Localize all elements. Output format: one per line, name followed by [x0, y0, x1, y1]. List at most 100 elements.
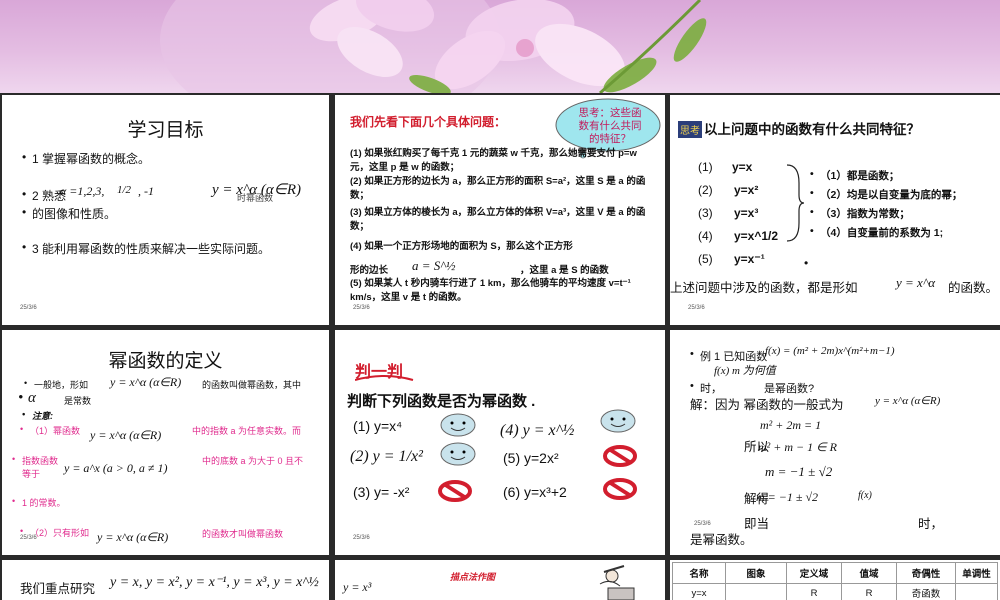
table-cell: 奇函数: [896, 583, 956, 600]
no-icon: [603, 478, 637, 500]
alpha-set: α =1,2,3,: [60, 184, 105, 198]
slide-date: 25/3/6: [20, 305, 37, 311]
scholar-icon: [599, 565, 635, 600]
table-header: 奇偶性: [896, 562, 956, 584]
shi: 时，: [918, 517, 944, 531]
definition-c: 是常数: [64, 396, 92, 406]
table-header: 单调性: [955, 562, 998, 584]
slide-date: 25/3/6: [694, 521, 711, 527]
slide-date: 25/3/6: [353, 535, 370, 541]
function-expression: y=x⁻¹: [734, 252, 765, 266]
slide-judge: 判一判 判断下列函数是否为幂函数 . (1) y=x⁴ (4) y = x^½ …: [335, 330, 665, 555]
feature-item: （2）均是以自变量为底的幂；: [810, 187, 962, 202]
cloud-text: 思考：这些函数有什么共同的特征？: [578, 107, 642, 145]
smiley-icon: [440, 442, 476, 466]
example-question: f(x) m 为何值: [714, 365, 776, 377]
think-stamp: 思考: [678, 121, 702, 138]
definition-b: 的函数叫做幂函数，其中: [202, 380, 302, 390]
problem-2: (2) 如果正方形的边长为 a，那么正方形的面积 S=a²，这里 S 是 a 的…: [350, 176, 646, 201]
note-3: 1 的常数。: [12, 496, 65, 509]
note-4-formula: y = x^α (α∈R): [97, 530, 169, 544]
conclusion: 上述问题中涉及的函数，都是形如: [670, 281, 858, 295]
brace: [786, 164, 805, 242]
slide-table: 名称 图象 定义域 值域 奇偶性 单调性 y=x R R 奇函数: [670, 560, 1000, 600]
alpha-neg: , -1: [138, 184, 154, 198]
slide-title: 我们先看下面几个具体问题：: [350, 115, 507, 129]
table-header: 定义域: [786, 562, 842, 584]
equation-2: m² + m − 1 ∈ R: [758, 440, 837, 454]
last: 是幂函数。: [690, 533, 753, 547]
table-row: y=x R R 奇函数: [672, 583, 998, 600]
feature-item: （4）自变量前的系数为 1;: [810, 225, 943, 240]
table-header: 图象: [725, 562, 787, 584]
slide-title: 以上问题中的函数有什么共同特征？: [704, 122, 920, 137]
empty-bullet: •: [804, 256, 809, 270]
goal-2-suffix: 时幂函数: [237, 193, 274, 203]
note-4b: 的函数才叫做幂函数: [202, 529, 284, 539]
goal-2-rest: 的图像和性质。: [22, 205, 116, 222]
alpha-half: 1/2: [117, 184, 132, 196]
note-2b: 中的底数 a 为大于 0 且不: [202, 456, 304, 466]
note-2a: 指数函数: [12, 454, 58, 467]
table-cell: R: [786, 583, 842, 600]
slide-definition: 幂函数的定义 一般地，形如 y = x^α (α∈R) 的函数叫做幂函数，其中 …: [2, 330, 329, 555]
properties-table: 名称 图象 定义域 值域 奇偶性 单调性 y=x R R 奇函数: [672, 562, 998, 600]
feature-item: （3）指数为常数；: [810, 206, 910, 221]
note-1-formula: y = x^α (α∈R): [90, 428, 162, 442]
table-header-row: 名称 图象 定义域 值域 奇偶性 单调性: [672, 562, 998, 584]
slide-focus: 我们重点研究 y = x, y = x², y = x⁻¹, y = x³, y…: [2, 560, 329, 600]
table-cell: [725, 583, 787, 600]
slide-title: 幂函数的定义: [108, 351, 223, 372]
flower-banner: [0, 0, 1000, 93]
slide-common-features: 思考 以上问题中的函数有什么共同特征？ (1) y=x (2) y=x² (3) y=x³…: [670, 95, 1000, 325]
table-header: 值域: [841, 562, 897, 584]
slide-date: 25/3/6: [353, 305, 370, 311]
judge-marks: [438, 409, 637, 502]
function-number: (3): [698, 206, 713, 220]
conclusion-formula: y = x^α: [896, 275, 936, 290]
slide-example: 例 1 已知函数 f(x) = (m² + 2m)x^(m²+m−1) f(x)…: [670, 330, 1000, 555]
slide-learning-goals: 学习目标 1 掌握幂函数的概念。 2 熟悉 α =1,2,3, 1/2 , -1…: [2, 95, 329, 325]
definition-a: 一般地，形如: [24, 378, 88, 391]
problem-5: (5) 如果某人 t 秒内骑车行进了 1 km，那么他骑车的平均速度 v=t⁻¹…: [350, 278, 631, 303]
smiley-icon: [600, 409, 636, 433]
function-number: (5): [698, 252, 713, 266]
problem-4-c: ，这里 a 是 S 的函数: [520, 265, 609, 276]
slide-date: 25/3/6: [20, 535, 37, 541]
function-expression: y=x: [732, 160, 753, 174]
slide-date: 25/3/6: [688, 305, 705, 311]
goal-1: 1 掌握幂函数的概念。: [22, 150, 150, 167]
slide-title: 描点法作图: [450, 572, 496, 582]
equation-1: m² + 2m = 1: [760, 418, 822, 432]
function-number: (2): [698, 183, 713, 197]
fx: f(x): [858, 490, 872, 501]
problem-4-b: 形的边长: [350, 265, 389, 276]
flower-decoration: [160, 0, 707, 93]
focus-label: 我们重点研究: [20, 582, 96, 596]
table-header: 名称: [672, 562, 726, 584]
slide-problems: 我们先看下面几个具体问题： 思考：这些函数有什么共同的特征？ (1) 如果张红购…: [335, 95, 665, 325]
example-formula: f(x) = (m² + 2m)x^(m²+m−1): [765, 345, 895, 357]
feature-item: （1）都是函数；: [810, 168, 899, 183]
function-number: (1): [698, 160, 713, 174]
table-cell: R: [841, 583, 897, 600]
focus-functions: y = x, y = x², y = x⁻¹, y = x³, y = x^½: [110, 575, 319, 590]
goal-3: 3 能利用幂函数的性质来解决一些实际问题。: [22, 240, 270, 257]
slide-plot: 描点法作图 y = x³: [335, 560, 665, 600]
problem-4: (4) 如果一个正方形场地的面积为 S，那么这个正方形: [350, 241, 573, 252]
note-2-formula: y = a^x (a > 0, a ≠ 1): [64, 461, 168, 475]
function-number: (4): [698, 229, 713, 243]
solution: 解：因为 幂函数的一般式为: [690, 398, 844, 412]
definition-formula: y = x^α (α∈R): [110, 375, 182, 389]
table-cell: [955, 583, 998, 600]
equation-3: m = −1 ± √2: [765, 464, 833, 479]
function-expression: y=x²: [734, 183, 759, 197]
no-icon: [438, 480, 472, 502]
solution-formula: y = x^α (α∈R): [875, 395, 941, 407]
smiley-icon: [440, 413, 476, 437]
function-expression: y=x^1/2: [734, 229, 779, 243]
problem-3: (3) 如果立方体的棱长为 a，那么立方体的体积 V=a³，这里 V 是 a 的…: [350, 207, 646, 232]
note-1b: 中的指数 a 为任意实数。而: [192, 426, 302, 436]
problem-4-formula: a = S^½: [412, 258, 456, 273]
note-label: 注意:: [22, 409, 53, 422]
